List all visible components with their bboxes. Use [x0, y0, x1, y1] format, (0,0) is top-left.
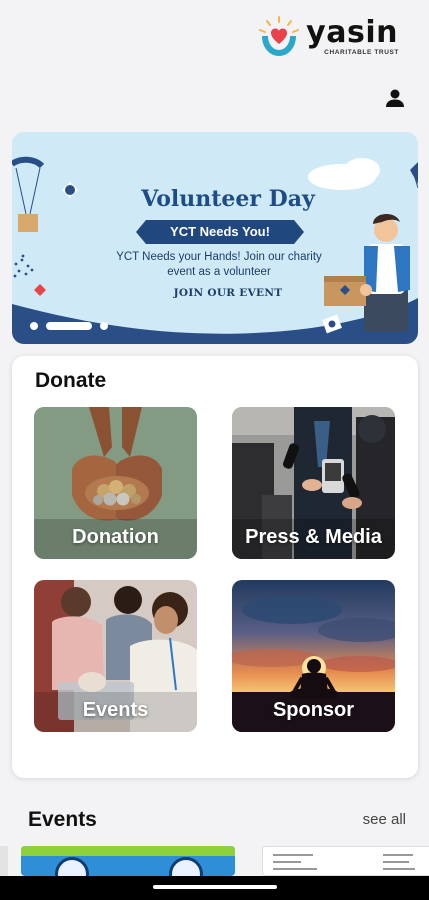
event-card-partial[interactable] — [0, 846, 8, 876]
banner-tagline: YCT Needs You! — [136, 220, 304, 244]
sponsor-tile[interactable]: Sponsor — [232, 580, 395, 732]
sponsor-label: Sponsor — [272, 699, 355, 721]
events-label: Events — [82, 699, 149, 721]
event-card[interactable] — [21, 846, 235, 876]
donate-section: Donate Donation Press & Media Events Spo… — [12, 356, 418, 778]
event-card[interactable] — [262, 846, 429, 876]
logo-icon — [259, 16, 300, 56]
event-card-text-line — [273, 861, 301, 863]
join-event-link[interactable]: JOIN OUR EVENT — [12, 287, 418, 299]
home-indicator[interactable] — [153, 885, 277, 889]
donation-tile[interactable]: Donation — [34, 407, 197, 559]
press-media-label: Press & Media — [245, 526, 382, 548]
donation-label: Donation — [72, 526, 159, 548]
brand-name: yasin — [306, 15, 398, 50]
volunteer-banner[interactable]: Volunteer Day YCT Needs You! YCT Needs y… — [12, 132, 418, 344]
see-all-link[interactable]: see all — [363, 811, 406, 828]
event-card-badge — [169, 857, 203, 876]
event-card-text-line — [383, 868, 415, 870]
header: yasin CHARITABLE TRUST — [0, 0, 429, 70]
press-media-tile[interactable]: Press & Media — [232, 407, 395, 559]
carousel-indicator — [30, 322, 108, 330]
carousel-dot[interactable] — [30, 322, 38, 330]
events-section-title: Events — [28, 808, 97, 831]
event-card-text-line — [273, 868, 317, 870]
event-card-text-line — [383, 854, 413, 856]
event-card-banner — [21, 846, 235, 856]
brand-subtitle: CHARITABLE TRUST — [324, 49, 399, 56]
carousel-dot[interactable] — [100, 322, 108, 330]
app-screen: yasin CHARITABLE TRUST Volunteer Day YCT… — [0, 0, 429, 900]
brand-logo: yasin CHARITABLE TRUST — [256, 14, 399, 60]
events-carousel — [0, 846, 429, 876]
event-card-text-line — [273, 854, 313, 856]
profile-icon[interactable] — [383, 86, 407, 110]
donate-title: Donate — [35, 369, 107, 392]
banner-description: YCT Needs your Hands! Join our charity e… — [116, 251, 322, 278]
brand-text: yasin CHARITABLE TRUST — [306, 15, 399, 57]
banner-title: Volunteer Day — [141, 186, 315, 212]
event-card-text-line — [383, 861, 409, 863]
event-card-badge — [55, 857, 89, 876]
carousel-dot-active[interactable] — [46, 322, 92, 330]
events-tile[interactable]: Events — [34, 580, 197, 732]
